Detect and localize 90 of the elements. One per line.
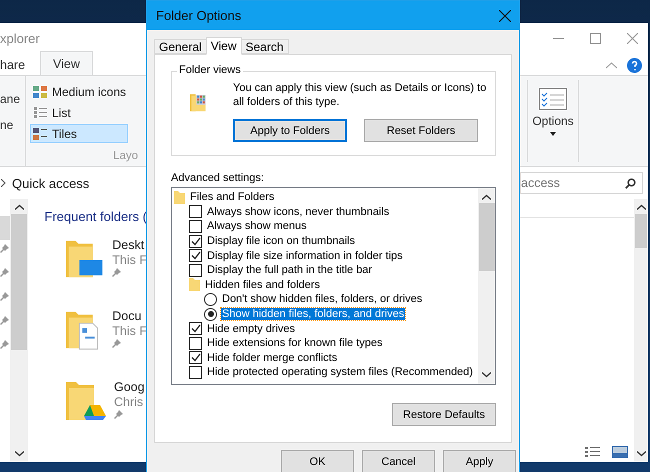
checkbox[interactable] — [189, 322, 202, 336]
tab[interactable]: Search — [240, 39, 289, 54]
pin-icon[interactable] — [112, 268, 122, 277]
scrollbar-thumb[interactable] — [635, 214, 647, 248]
pane-option-label[interactable]: ne — [0, 118, 25, 132]
setting-label: Hide folder merge conflicts — [206, 352, 338, 364]
layout-option[interactable]: Medium icons — [30, 82, 128, 101]
maximize-icon[interactable] — [590, 32, 601, 44]
folder-icon[interactable] — [66, 380, 106, 422]
checklist-icon — [539, 88, 567, 110]
layout-icon — [33, 126, 48, 140]
group-label: Layo — [113, 150, 138, 162]
folder-view-button[interactable]: Apply to Folders — [233, 119, 347, 142]
pin-icon[interactable] — [114, 410, 123, 419]
folder-name[interactable]: Docu — [112, 309, 147, 323]
checkbox[interactable] — [189, 351, 202, 364]
radio-button[interactable] — [204, 292, 217, 306]
search-field[interactable]: access — [520, 172, 643, 194]
description-text: You can apply this view (such as Details or Icons) to all folders of this type. — [233, 81, 488, 109]
setting-label: Hide extensions for known file types — [206, 337, 384, 350]
pin-icon[interactable] — [0, 340, 9, 349]
layout-option[interactable]: List — [30, 103, 128, 122]
scroll-down-icon[interactable] — [636, 451, 646, 457]
pin-icon[interactable] — [0, 292, 9, 301]
large-icons-view-icon[interactable] — [612, 446, 628, 458]
chevron-right-icon[interactable] — [1, 179, 6, 187]
window-title: xplorer — [0, 30, 40, 46]
scrollbar[interactable] — [10, 199, 28, 462]
folder-location: Chris — [114, 395, 144, 409]
folder-icon — [174, 190, 185, 204]
tab[interactable]: General — [154, 39, 207, 54]
folder-view-button[interactable]: Reset Folders — [364, 119, 478, 142]
help-icon[interactable] — [627, 58, 642, 73]
folder-name[interactable]: Goog — [114, 380, 145, 394]
scroll-up-icon[interactable] — [482, 194, 491, 200]
setting-label: Display the full path in the title bar — [206, 264, 374, 276]
pin-icon[interactable] — [0, 268, 9, 277]
setting-label: Show hidden files, folders, and drives — [221, 308, 406, 320]
chevron-up-icon[interactable] — [606, 62, 617, 69]
checkbox[interactable] — [189, 249, 202, 262]
folder-icon — [189, 278, 200, 292]
scroll-up-icon[interactable] — [636, 204, 646, 210]
pane-option-label[interactable]: ane — [0, 92, 25, 106]
settings-group-label: Hidden files and folders — [204, 278, 321, 291]
checkbox[interactable] — [189, 234, 202, 248]
scrollbar-thumb[interactable] — [11, 214, 27, 350]
layout-option[interactable]: Tiles — [30, 124, 128, 143]
group-title: Folder views — [177, 64, 243, 76]
address-bar[interactable]: Quick access — [12, 176, 90, 190]
layout-icon — [33, 106, 48, 120]
dialog-button[interactable]: OK — [281, 450, 354, 472]
setting-label: Always show menus — [206, 220, 308, 232]
search-icon[interactable] — [625, 178, 636, 188]
scrollbar[interactable] — [634, 199, 648, 462]
setting-label: Hide protected operating system files (Recommended) — [206, 366, 474, 378]
tab[interactable]: View — [206, 37, 242, 55]
layout-icon — [33, 84, 48, 98]
close-icon[interactable] — [499, 10, 511, 22]
section-label: Advanced settings: — [171, 172, 265, 184]
folder-icon[interactable] — [66, 238, 104, 280]
folder-name[interactable]: Deskt — [112, 238, 147, 252]
setting-label: Don't show hidden files, folders, or drives — [221, 293, 424, 306]
ribbon-tab[interactable]: hare — [0, 55, 26, 75]
scroll-up-icon[interactable] — [14, 204, 24, 210]
checkbox[interactable] — [189, 366, 202, 379]
setting-label: Display file icon on thumbnails — [206, 235, 356, 248]
dialog-button[interactable]: Apply — [443, 450, 516, 472]
settings-group-label: Files and Folders — [189, 191, 276, 204]
radio-button[interactable] — [204, 308, 217, 321]
checkbox[interactable] — [189, 220, 202, 233]
caret-icon — [550, 132, 556, 136]
setting-label: Always show icons, never thumbnails — [206, 206, 390, 218]
pin-icon[interactable] — [0, 316, 9, 325]
setting-label: Display file size information in folder tips — [206, 250, 404, 262]
scrollbar-thumb[interactable] — [478, 203, 494, 271]
restore-defaults-button[interactable]: Restore Defaults — [392, 403, 496, 426]
scroll-down-icon[interactable] — [482, 372, 491, 378]
pin-icon[interactable] — [112, 339, 122, 348]
checkbox[interactable] — [189, 205, 202, 218]
ribbon-tab[interactable]: View — [40, 51, 93, 75]
checkbox[interactable] — [189, 264, 202, 277]
scroll-down-icon[interactable] — [14, 451, 24, 457]
dialog-button[interactable]: Cancel — [362, 450, 435, 472]
scrollbar[interactable] — [478, 188, 495, 384]
checkbox[interactable] — [189, 336, 202, 350]
pin-icon[interactable] — [0, 244, 9, 253]
setting-label: Hide empty drives — [206, 322, 296, 335]
options-button[interactable]: Options — [527, 80, 579, 162]
details-view-icon[interactable] — [585, 446, 600, 458]
dialog-title: Folder Options — [156, 8, 242, 23]
